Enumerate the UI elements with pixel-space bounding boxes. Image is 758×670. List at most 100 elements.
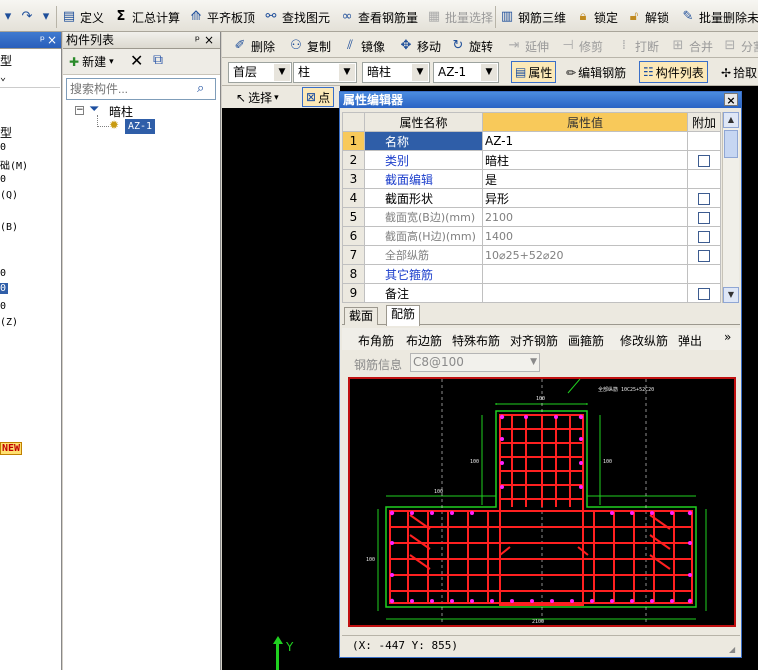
summary-calc-button[interactable]: Σ 汇总计算 [113,7,180,27]
left-nav-item[interactable]: 型 [0,124,12,141]
extra-checkbox[interactable] [698,154,710,167]
type-select[interactable]: 暗柱 ▼ [362,62,430,83]
table-header-row: 属性名称 属性值 附加 [342,112,721,132]
left-nav-item[interactable]: 0 [0,142,6,153]
chevron-down-icon[interactable]: ⌄ [0,72,60,88]
draw-stirrup-button[interactable]: 画箍筋 [568,332,604,349]
left-nav-item[interactable]: (Q) [0,190,18,201]
left-nav-item[interactable]: 0 [0,268,6,279]
resize-grip-icon[interactable]: ◢ [729,645,739,655]
undo-redo-group[interactable]: ▾ ↷ ▾ [0,7,54,27]
chevron-down-icon[interactable]: ▾ [0,9,16,25]
edge-rebar-button[interactable]: 布边筋 [406,332,442,349]
tree-collapse-icon[interactable]: − [75,106,84,115]
component-search-input[interactable] [66,78,216,100]
left-nav-item[interactable]: 0 [0,174,6,185]
table-row[interactable]: 4 截面形状 异形 [342,188,721,208]
lock-button[interactable]: 🔒︎ 锁定 [575,7,618,27]
delete-component-button[interactable]: ✕ [130,51,143,70]
align-rebar-button[interactable]: 对齐钢筋 [510,332,558,349]
scroll-down-icon[interactable]: ▼ [723,287,739,303]
table-row[interactable]: 5 截面宽(B边)(mm) 2100 [342,207,721,227]
view-rebar-quantity-button[interactable]: ∞ 查看钢筋量 [339,7,418,27]
floor-select[interactable]: 首层 ▼ [228,62,292,83]
batch-delete-unused-button[interactable]: ✎批量删除未使 [680,7,758,27]
component-list-button[interactable]: ☷ 构件列表 [639,61,708,83]
popup-button[interactable]: 弹出 [678,332,702,349]
chevron-down-icon[interactable]: ▾ [38,9,54,25]
close-icon[interactable]: × [47,32,57,48]
move-icon: ✥ [400,38,412,53]
align-slab-button[interactable]: ⟰ 平齐板顶 [188,7,255,27]
left-nav-item-selected[interactable]: 0 [0,283,8,294]
copy-button[interactable]: ⚇ 复制 [288,36,331,56]
property-button[interactable]: ▤ 属性 [511,61,557,83]
table-row[interactable]: 8 其它箍筋 [342,264,721,284]
pin-icon[interactable]: ᵖ [195,32,200,48]
copy-component-button[interactable]: ⧉ [153,52,163,68]
corner-rebar-button[interactable]: 布角筋 [358,332,394,349]
extra-checkbox[interactable] [698,249,710,262]
mirror-button[interactable]: ⫽ 镜像 [342,36,385,56]
move-button[interactable]: ✥ 移动 [398,36,441,56]
component-select[interactable]: AZ-1 ▼ [433,62,499,83]
search-icon[interactable]: ⌕ [197,81,204,96]
trim-button[interactable]: ⊣ 修剪 [560,36,603,56]
select-tool-button[interactable]: ↖ 选择 ▾ [236,89,279,106]
rebar-info-select[interactable]: C8@100 ▼ [410,353,540,372]
find-element-button[interactable]: ⚯ 查找图元 [263,7,330,27]
tab-section[interactable]: 截面 [344,307,379,325]
pin-icon[interactable]: ᵖ [40,32,45,48]
extra-checkbox[interactable] [698,211,710,224]
category-select[interactable]: 柱 ▼ [293,62,357,83]
section-drawing-svg: 100 100 100 100 100 2100 全部纵筋 10C25+52C2… [366,378,707,625]
extra-checkbox[interactable] [698,230,710,243]
main-toolbar: ▾ ↷ ▾ ▤ 定义 Σ 汇总计算 ⟰ 平齐板顶 ⚯ 查找图元 ∞ 查看钢筋量 ▦ 批量选择 ▥… [0,0,758,32]
more-icon[interactable]: » [724,330,731,344]
section-drawing[interactable]: 100 100 100 100 100 2100 全部纵筋 10C25+52C2… [348,377,736,627]
table-row[interactable]: 3 截面编辑 是 [342,169,721,189]
unlock-button[interactable]: 🔓︎ 解锁 [626,7,669,27]
break-button[interactable]: ⁞ 打断 [616,36,659,56]
scroll-up-icon[interactable]: ▲ [723,112,739,128]
table-row[interactable]: 2 类别 暗柱 [342,150,721,170]
left-nav-item[interactable]: 础(M) [0,157,28,172]
extra-checkbox[interactable] [698,287,710,300]
property-scrollbar[interactable]: ▲ ▼ [722,112,739,303]
special-rebar-button[interactable]: 特殊布筋 [452,332,500,349]
close-icon[interactable]: × [724,93,738,107]
extra-checkbox[interactable] [698,192,710,205]
left-nav-item[interactable]: 型 [0,52,12,69]
left-nav-item[interactable]: 0 [0,301,6,312]
pick-button[interactable]: ✢ 拾取 [721,64,757,81]
define-button[interactable]: ▤ 定义 [61,7,104,27]
split-icon: ⊟ [724,38,736,53]
merge-button[interactable]: ⊞ 合并 [670,36,713,56]
scroll-thumb[interactable] [724,130,738,158]
modify-longitudinal-button[interactable]: 修改纵筋 [620,332,668,349]
tab-reinforcement[interactable]: 配筋 [386,305,421,326]
gear-icon: ✹ [109,118,120,132]
delete-button[interactable]: ✐ 删除 [232,36,275,56]
y-axis-line [276,640,279,670]
table-row[interactable]: 9 备注 [342,283,721,303]
close-icon[interactable]: × [204,32,214,48]
edit-rebar-button[interactable]: ✏ 编辑钢筋 [566,64,626,81]
tree-node-selected[interactable]: AZ-1 [125,119,156,134]
redo-icon[interactable]: ↷ [19,9,35,25]
rebar-3d-button[interactable]: ▥ 钢筋三维 [499,7,566,27]
dim-label-left: 100 [470,459,479,465]
batch-select-button[interactable]: ▦ 批量选择 [426,7,493,27]
dialog-title-bar[interactable]: 属性编辑器 × [340,92,741,108]
header-value: 属性值 [482,112,688,132]
extend-button[interactable]: ⇥ 延伸 [506,36,549,56]
point-tool-button[interactable]: ⊠ 点 [302,87,335,107]
split-button[interactable]: ⊟分割 [722,36,758,56]
rotate-button[interactable]: ↻ 旋转 [450,36,493,56]
new-component-button[interactable]: ✚ 新建 ▾ [69,53,114,70]
left-nav-item[interactable]: (Z) [0,317,18,328]
left-nav-item[interactable]: (B) [0,222,18,233]
table-row[interactable]: 6 截面高(H边)(mm) 1400 [342,226,721,246]
table-row[interactable]: 1 名称 AZ-1 [342,131,721,151]
table-row[interactable]: 7 全部纵筋 10⌀25+52⌀20 [342,245,721,265]
